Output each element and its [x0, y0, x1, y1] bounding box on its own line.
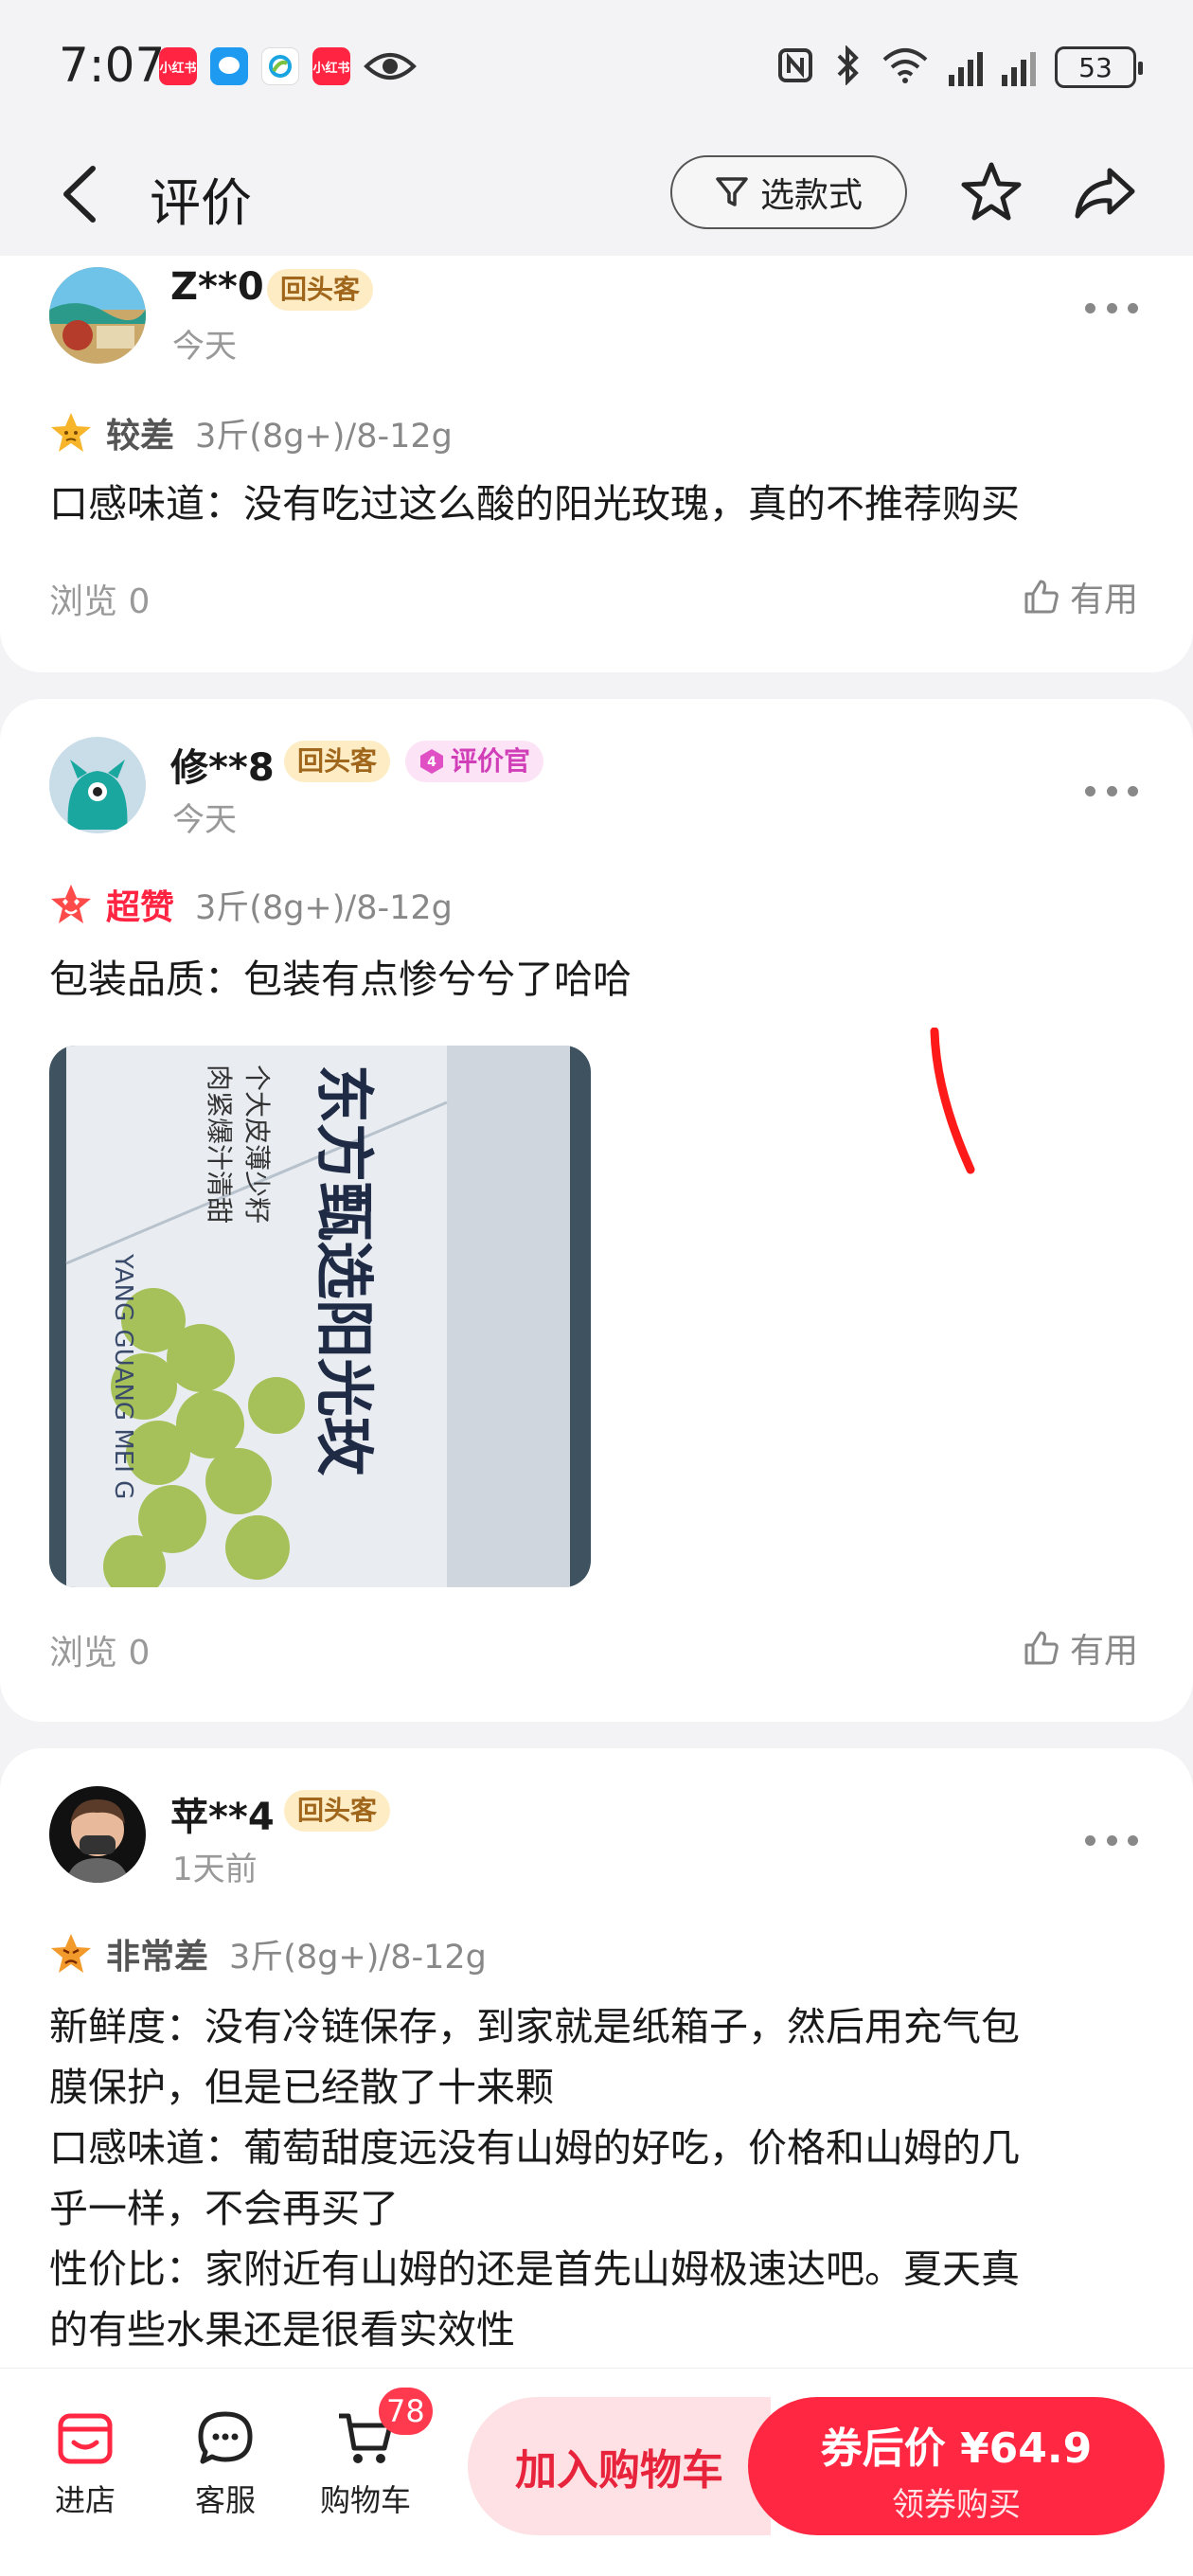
useful-button[interactable]: 有用 — [1023, 572, 1138, 621]
status-time: 7:07 — [59, 38, 166, 93]
china-mobile-icon — [261, 47, 299, 85]
status-app-icons: 小红书 小红书 — [159, 47, 417, 89]
signal-icon — [1002, 48, 1036, 86]
review-line: 口感味道：葡萄甜度远没有山姆的好吃，价格和山姆的几 — [49, 2125, 1020, 2171]
bottom-action-bar: 进店 客服 购物车 78 加入购物车 券后价 ¥64.9 领券购买 — [0, 2368, 1193, 2576]
rating-row: 较差 3斤(8g+)/8-12g — [49, 409, 453, 456]
review-time: 今天 — [172, 801, 237, 839]
returning-customer-badge: 回头客 — [284, 741, 391, 782]
customer-service-button[interactable]: 客服 — [169, 2408, 282, 2520]
useful-label: 有用 — [1069, 581, 1138, 619]
status-bar: 7:07 小红书 小红书 53 — [0, 0, 1193, 133]
grape-box-image: 东方甄选阳光玫 个大皮薄少籽 肉紧爆汁清甜 YANG GUANG MEI G — [49, 1046, 591, 1587]
coupon-buy-label: 领券购买 — [892, 2486, 1021, 2524]
more-options-button[interactable] — [1085, 1835, 1138, 1851]
review-line: 性价比：家附近有山姆的还是首先山姆极速达吧。夏天真 — [49, 2246, 1020, 2292]
cart-label: 购物车 — [319, 2482, 411, 2518]
review-line: 包装品质：包装有点惨兮兮了哈哈 — [49, 957, 632, 1002]
eye-icon — [364, 47, 417, 89]
review-line: 的有些水果还是很看实效性 — [49, 2307, 515, 2352]
cart-count-badge: 78 — [379, 2388, 433, 2435]
page-header: 评价 选款式 — [0, 133, 1193, 256]
red-annotation-mark — [930, 1028, 975, 1174]
review-text: 包装品质：包装有点惨兮兮了哈哈 — [49, 949, 1148, 1010]
share-button[interactable] — [1072, 159, 1138, 225]
avatar[interactable] — [49, 1786, 146, 1883]
photo-sub-text: 肉紧爆汁清甜 — [204, 1064, 235, 1224]
thumbs-up-icon — [1024, 1631, 1059, 1665]
photo-sub-text: 个大皮薄少籽 — [241, 1064, 273, 1224]
view-count: 浏览 0 — [49, 582, 151, 621]
store-icon — [58, 2413, 113, 2464]
reviewer-badge: 4 评价官 — [405, 741, 544, 782]
back-button[interactable] — [55, 161, 112, 227]
reviewer-badge-label: 评价官 — [451, 745, 531, 777]
avatar[interactable] — [49, 737, 146, 833]
review-card: 修**8 回头客 4 评价官 今天 超赞 3斤(8g+)/8-12g 包装品质：… — [0, 699, 1193, 1722]
nfc-icon — [776, 46, 814, 88]
product-spec: 3斤(8g+)/8-12g — [195, 888, 453, 927]
rating-row: 超赞 3斤(8g+)/8-12g — [49, 881, 453, 928]
xiaohongshu-icon: 小红书 — [159, 47, 197, 85]
review-text: 新鲜度：没有冷链保存，到家就是纸箱子，然后用充气包 膜保护，但是已经散了十来颗 … — [49, 1996, 1148, 2360]
battery-icon: 53 — [1055, 46, 1143, 88]
level-badge-icon: 4 — [420, 749, 443, 774]
review-line: 乎一样，不会再买了 — [49, 2186, 399, 2231]
review-line: 口感味道：没有吃过这么酸的阳光玫瑰，真的不推荐购买 — [49, 481, 1020, 527]
store-button[interactable]: 进店 — [28, 2408, 142, 2520]
review-line: 膜保护，但是已经散了十来颗 — [49, 2065, 554, 2110]
rating-word: 非常差 — [106, 1938, 209, 1977]
rating-angry-face-icon — [51, 1934, 91, 1973]
rating-row: 非常差 3斤(8g+)/8-12g — [49, 1930, 487, 1977]
review-time: 今天 — [172, 328, 237, 366]
review-photo[interactable]: 东方甄选阳光玫 个大皮薄少籽 肉紧爆汁清甜 YANG GUANG MEI G — [49, 1046, 591, 1587]
photo-main-text: 东方甄选阳光玫 — [310, 1064, 379, 1476]
wifi-icon — [881, 46, 930, 88]
svg-text:4: 4 — [427, 755, 436, 770]
xiaohongshu-icon: 小红书 — [312, 47, 350, 85]
store-label: 进店 — [54, 2482, 116, 2518]
returning-customer-badge: 回头客 — [284, 1790, 391, 1832]
bluetooth-icon — [833, 45, 862, 89]
avatar[interactable] — [49, 267, 146, 364]
review-line: 新鲜度：没有冷链保存，到家就是纸箱子，然后用充气包 — [49, 2004, 1020, 2049]
filter-icon — [716, 177, 748, 206]
review-card: 苹**4 回头客 1天前 非常差 3斤(8g+)/8-12g 新鲜度：没有冷链保… — [0, 1748, 1193, 2430]
favorite-button[interactable] — [958, 159, 1024, 225]
signal-icon — [949, 48, 983, 86]
thumbs-up-icon — [1024, 580, 1059, 614]
view-count: 浏览 0 — [49, 1634, 151, 1673]
rating-word: 较差 — [106, 417, 175, 456]
share-icon — [1075, 168, 1135, 219]
rating-word: 超赞 — [106, 888, 175, 927]
chat-icon — [198, 2411, 253, 2464]
coupon-price: 券后价 ¥64.9 — [820, 2424, 1093, 2473]
review-text: 口感味道：没有吃过这么酸的阳光玫瑰，真的不推荐购买 — [49, 474, 1148, 534]
more-options-button[interactable] — [1085, 303, 1138, 318]
product-spec: 3斤(8g+)/8-12g — [195, 417, 453, 456]
username: 修**8 — [170, 746, 275, 790]
product-spec: 3斤(8g+)/8-12g — [229, 1938, 487, 1977]
star-icon — [961, 162, 1022, 221]
photo-side-text: YANG GUANG MEI G — [109, 1253, 137, 1499]
useful-button[interactable]: 有用 — [1023, 1623, 1138, 1673]
status-indicators: 53 — [776, 45, 1143, 89]
rating-love-face-icon — [51, 885, 91, 923]
add-to-cart-button[interactable]: 加入购物车 — [468, 2397, 771, 2535]
message-icon — [210, 47, 248, 85]
chevron-left-icon — [63, 166, 96, 223]
coupon-buy-button[interactable]: 券后价 ¥64.9 领券购买 — [748, 2397, 1165, 2535]
style-filter-button[interactable]: 选款式 — [670, 155, 907, 229]
review-time: 1天前 — [172, 1851, 258, 1888]
more-options-button[interactable] — [1085, 786, 1138, 801]
service-label: 客服 — [194, 2482, 256, 2518]
returning-customer-badge: 回头客 — [267, 269, 374, 311]
username: Z**0 — [170, 265, 264, 309]
useful-label: 有用 — [1069, 1632, 1138, 1671]
filter-label: 选款式 — [759, 176, 863, 215]
review-card: Z**0 回头客 今天 较差 3斤(8g+)/8-12g 口感味道：没有吃过这么… — [0, 256, 1193, 672]
rating-star-face-icon — [51, 413, 91, 452]
username: 苹**4 — [170, 1796, 275, 1839]
page-title: 评价 — [150, 173, 252, 233]
